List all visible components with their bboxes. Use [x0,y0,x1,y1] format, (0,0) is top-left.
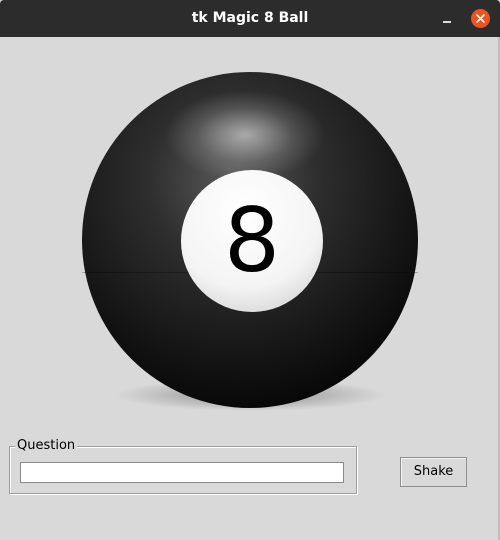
question-input[interactable] [20,462,344,483]
close-icon[interactable] [471,9,490,28]
question-label: Question [15,437,78,454]
title-bar[interactable]: tk Magic 8 Ball [0,0,500,37]
magic-8-ball-image: 8 [70,60,430,420]
app-window: tk Magic 8 Ball 8 Question Shake [0,0,500,540]
shake-button[interactable]: Shake [400,457,467,487]
ball-number: 8 [224,189,280,292]
minimize-icon[interactable] [438,10,456,28]
window-title: tk Magic 8 Ball [191,10,309,26]
